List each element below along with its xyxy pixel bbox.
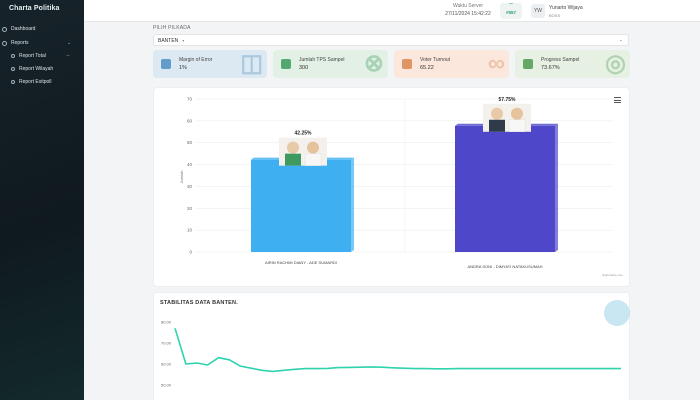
chevron-down-icon: ⌄ [618,37,623,43]
wifi-icon: ⌔ [508,3,514,9]
card-value: 300 [299,65,309,71]
bullet-icon [11,80,15,84]
x-tick-label: AIRIN RACHMI DIANY - ADE SUMARDI [265,260,337,265]
y-tick-label: 0 [189,250,192,255]
card-value: 1% [179,65,187,71]
candidate-face-icon [511,107,523,120]
tower-icon [281,59,291,69]
chevron-down-icon[interactable]: ⌄ [67,40,71,46]
card-watermark-icon: ⊗ [363,50,384,77]
chart-credit: Highcharts.com [602,273,623,277]
sidebar-item-report-exitpoll[interactable]: Report Exitpoll [11,79,52,85]
info-icon [161,59,171,69]
avatar[interactable]: YW [531,4,545,18]
sidebar-item-dashboard[interactable]: Dashboard [2,26,35,32]
y-tick-label: 30 [187,184,193,189]
sidebar: Charta Politika Dashboard Reports ⌄ Repo… [0,0,84,400]
server-time-label: Waktu Server [452,3,484,9]
y-tick-label: 50 [187,140,193,145]
user-info[interactable]: Yunarto Wijaya BOSS [549,5,583,18]
card-jumlah-tps: Jumlah TPS Sampel 300 ⊗ [273,50,388,78]
card-margin-of-error: Margin of Error 1% ◫ [153,50,267,78]
y-tick-label: 60.00 [161,362,172,367]
visitor-counter: ⌔ #557 [500,3,522,19]
bar-side [351,157,354,252]
more-icon[interactable]: ··· [66,53,70,59]
pilkada-selected-value: BANTEN [158,38,179,44]
x-tick-label: ANDRA SONI - DIMYATI NATAKUSUMAH [467,264,542,269]
card-progress-sampel: Progress Sampel 73.67% ◎ [515,50,630,78]
pilkada-select-label: PILIH PILKADA [153,25,191,31]
y-tick-label: 20 [187,206,193,211]
bullet-icon [11,67,15,71]
card-value: 73.67% [541,65,560,71]
sidebar-item-label: Dashboard [11,26,36,32]
bar-chart: 0 10 20 30 40 50 60 70 Jumlah 42.25% AIRIN RACHMI … [179,97,623,278]
sidebar-item-reports[interactable]: Reports [2,40,29,46]
card-watermark-icon: ◫ [240,50,263,77]
series-line [174,328,621,373]
candidate-face-icon [491,107,503,120]
bar[interactable] [455,125,555,252]
bar-side [555,123,558,253]
brand-title: Charta Politika [9,5,60,12]
card-value: 65.22 [420,65,434,71]
user-name: Yunarto Wijaya [549,5,583,11]
y-tick-label: 80.00 [161,320,172,325]
card-title: Margin of Error [179,57,213,63]
chart-menu-icon[interactable] [614,97,621,103]
counter-value: #557 [505,10,516,15]
progress-icon [523,59,533,69]
app-root: Charta Politika Dashboard Reports ⌄ Repo… [0,0,700,400]
sidebar-item-label: Report Wilayah [19,66,54,72]
sidebar-item-report-total[interactable]: Report Total [11,53,46,59]
candidate-body-icon [304,153,322,166]
sidebar-item-label: Report Exitpoll [19,79,52,85]
candidate-body-icon [508,119,526,132]
bar-data-label: 57.75% [499,97,517,103]
bar[interactable] [251,159,351,252]
caret-icon: ▾ [182,38,185,43]
people-icon [402,59,412,69]
sidebar-item-report-wilayah[interactable]: Report Wilayah [11,66,53,72]
card-title: Progress Sampel [541,57,580,63]
bullet-icon [11,54,15,58]
y-axis-label: Jumlah [179,171,184,184]
candidate-body-icon [285,153,301,166]
sidebar-item-label: Report Total [19,53,46,59]
pilkada-select[interactable]: BANTEN ▾ ⌄ [153,34,629,46]
card-watermark-icon: ∞ [487,50,505,77]
card-voter-turnout: Voter Turnout 65.22 ∞ [394,50,509,78]
y-tick-label: 10 [187,228,193,233]
bar-data-label: 42.25% [295,131,313,137]
candidate-face-icon [287,141,299,154]
y-tick-label: 40 [187,162,193,167]
candidate-body-icon [489,119,505,132]
server-time-widget: Waktu Server 27/11/2024 15:42:22 [438,3,498,17]
stability-line-chart: 80.00 70.00 60.00 50.00 [161,320,621,388]
y-tick-label: 60 [187,118,193,123]
dashboard-icon [2,26,7,32]
card-title: Jumlah TPS Sampel [299,57,345,63]
server-time-value: 27/11/2024 15:42:22 [445,11,491,17]
y-tick-label: 50.00 [161,383,172,388]
stability-chart-title: STABILITAS DATA BANTEN. [160,300,238,306]
top-header [84,0,700,22]
card-watermark-icon: ◎ [605,50,626,77]
reports-icon [2,40,7,46]
candidate-face-icon [307,141,319,154]
y-tick-label: 70 [187,97,193,102]
y-tick-label: 70.00 [161,341,172,346]
user-role: BOSS [549,13,561,18]
card-title: Voter Turnout [420,57,451,63]
sidebar-item-label: Reports [11,40,29,46]
